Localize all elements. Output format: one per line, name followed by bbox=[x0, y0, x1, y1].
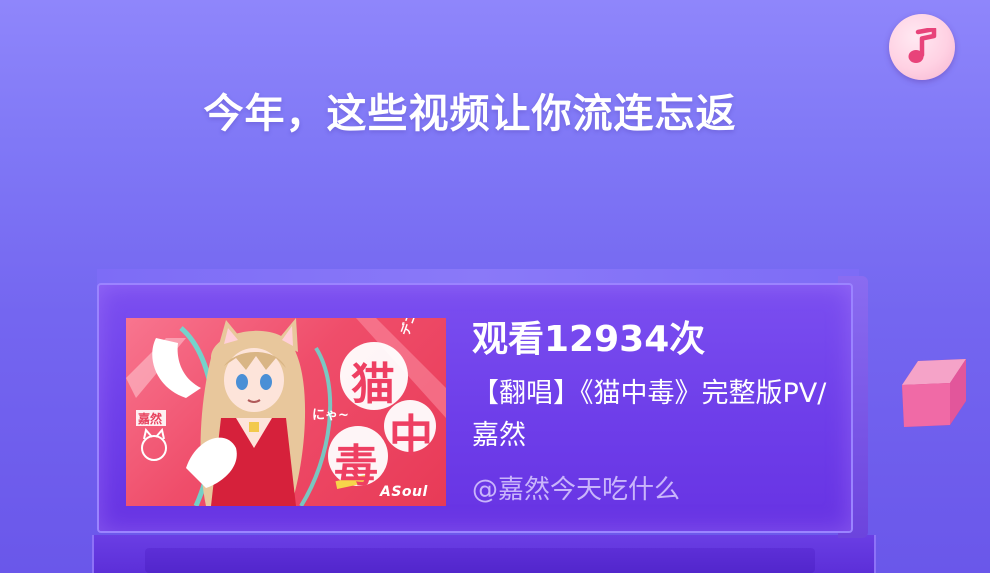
video-thumbnail[interactable]: 猫 中 毒 デコラス にゃ~ 嘉然 ASoul bbox=[126, 318, 446, 506]
thumbnail-char-2: 中 bbox=[389, 411, 433, 462]
music-note-icon bbox=[908, 28, 937, 63]
thumbnail-nya: にゃ~ bbox=[312, 408, 349, 423]
video-author[interactable]: @嘉然今天吃什么 bbox=[472, 472, 680, 508]
pink-cube-decoration bbox=[902, 359, 966, 427]
music-toggle-button[interactable] bbox=[889, 14, 955, 80]
page-title: 今年，这些视频让你流连忘返 bbox=[203, 91, 737, 137]
view-count: 观看12934次 bbox=[472, 319, 706, 360]
video-title[interactable]: 【翻唱】《猫中毒》完整版PV/嘉然 bbox=[472, 373, 830, 457]
thumbnail-char-3: 毒 bbox=[334, 441, 378, 492]
thumbnail-brand-logo: ASoul bbox=[380, 484, 428, 500]
box-base-inner bbox=[145, 548, 815, 573]
thumbnail-tag: 嘉然 bbox=[138, 412, 163, 426]
